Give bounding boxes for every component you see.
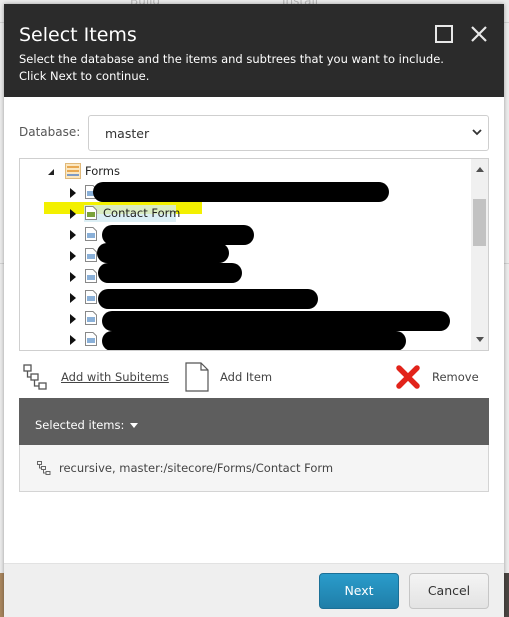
redaction-mark xyxy=(97,243,229,263)
chevron-down-icon xyxy=(472,129,482,136)
selected-item-path: recursive, master:/sitecore/Forms/Contac… xyxy=(59,461,334,475)
add-with-subitems-label: Add with Subitems xyxy=(61,370,169,384)
subtree-icon xyxy=(23,364,47,390)
caret-down-icon xyxy=(130,423,139,428)
dialog-subtitle-line: Select the database and the items and su… xyxy=(19,52,444,66)
tree-node-label: Contact Form xyxy=(103,206,181,220)
selected-items-list: recursive, master:/sitecore/Forms/Contac… xyxy=(19,445,489,492)
form-item-icon xyxy=(85,269,97,283)
select-items-dialog: Select Items Select the database and the… xyxy=(4,4,504,617)
dialog-footer: Next Cancel xyxy=(4,563,504,617)
expand-toggle[interactable] xyxy=(70,188,76,198)
tree-node[interactable] xyxy=(20,263,472,287)
dialog-subtitle-line: Click Next to continue. xyxy=(19,69,150,83)
expand-toggle[interactable] xyxy=(70,209,76,219)
form-item-icon xyxy=(85,227,97,241)
next-button[interactable]: Next xyxy=(319,573,399,609)
redaction-mark xyxy=(98,263,242,283)
forms-folder-icon xyxy=(65,163,81,179)
cancel-button[interactable]: Cancel xyxy=(409,573,489,609)
tree-node[interactable] xyxy=(20,182,472,203)
tree-node-label: Forms xyxy=(85,164,120,178)
content-tree: Forms Contact Form xyxy=(19,158,489,351)
database-row: Database: master xyxy=(19,115,489,151)
form-item-icon xyxy=(85,311,97,325)
form-item-icon xyxy=(85,248,97,262)
selected-items-header[interactable]: Selected items: xyxy=(19,398,489,445)
tree-node-forms[interactable]: Forms xyxy=(20,161,472,182)
dialog-header: Select Items Select the database and the… xyxy=(4,4,504,97)
tree-node[interactable] xyxy=(20,243,472,266)
tree-node[interactable] xyxy=(20,308,472,331)
database-selected-value: master xyxy=(105,126,150,141)
subtree-icon xyxy=(37,461,51,475)
scroll-down-arrow-icon[interactable] xyxy=(476,337,484,342)
collapse-toggle[interactable] xyxy=(48,169,54,175)
maximize-icon[interactable] xyxy=(435,25,453,43)
tree-node[interactable] xyxy=(20,287,472,309)
remove-button[interactable]: Remove xyxy=(393,359,489,395)
tree-node-contact-form[interactable]: Contact Form xyxy=(20,203,472,224)
add-with-subitems-button[interactable]: Add with Subitems xyxy=(19,359,169,395)
add-item-button[interactable]: Add Item xyxy=(181,359,281,395)
expand-toggle[interactable] xyxy=(70,293,76,303)
database-label: Database: xyxy=(19,125,81,139)
expand-toggle[interactable] xyxy=(70,314,76,324)
expand-toggle[interactable] xyxy=(70,251,76,261)
expand-toggle[interactable] xyxy=(70,335,76,345)
redaction-mark xyxy=(93,182,389,202)
redaction-mark xyxy=(98,289,318,309)
form-item-icon xyxy=(85,332,97,346)
scroll-up-arrow-icon[interactable] xyxy=(476,167,484,172)
redaction-mark xyxy=(102,331,406,350)
expand-toggle[interactable] xyxy=(70,272,76,282)
redaction-mark xyxy=(102,225,254,245)
tree-scrollbar[interactable] xyxy=(471,159,488,350)
document-icon xyxy=(185,362,209,392)
add-item-label: Add Item xyxy=(220,370,273,384)
remove-x-icon xyxy=(396,365,420,389)
tree-node[interactable] xyxy=(20,224,472,245)
database-select[interactable]: master xyxy=(88,115,489,151)
remove-label: Remove xyxy=(432,370,479,384)
redaction-mark xyxy=(102,311,450,331)
form-item-green-icon xyxy=(85,206,97,220)
form-item-icon xyxy=(85,290,97,304)
tree-actions: Add with Subitems Add Item Remove xyxy=(19,359,489,395)
expand-toggle[interactable] xyxy=(70,230,76,240)
dialog-subtitle: Select the database and the items and su… xyxy=(19,51,489,85)
dialog-title: Select Items xyxy=(19,24,137,46)
selected-items-title: Selected items: xyxy=(35,418,125,432)
scrollbar-thumb[interactable] xyxy=(473,199,486,246)
close-icon[interactable] xyxy=(470,25,488,43)
tree-node[interactable] xyxy=(20,329,472,350)
